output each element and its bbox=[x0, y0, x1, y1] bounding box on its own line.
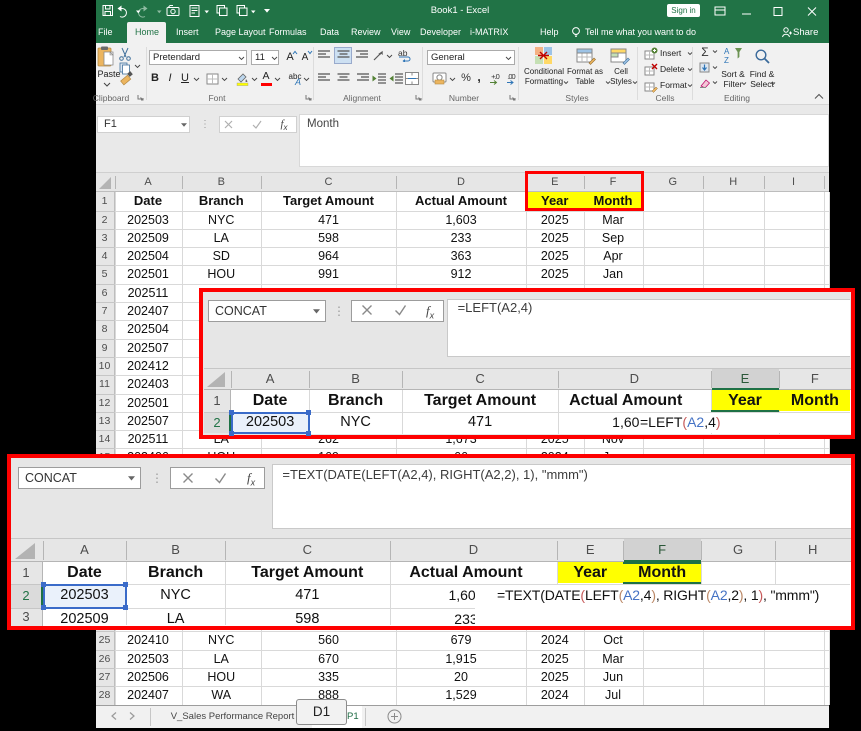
svg-text:A: A bbox=[724, 47, 730, 56]
svg-text:Z: Z bbox=[724, 56, 729, 65]
